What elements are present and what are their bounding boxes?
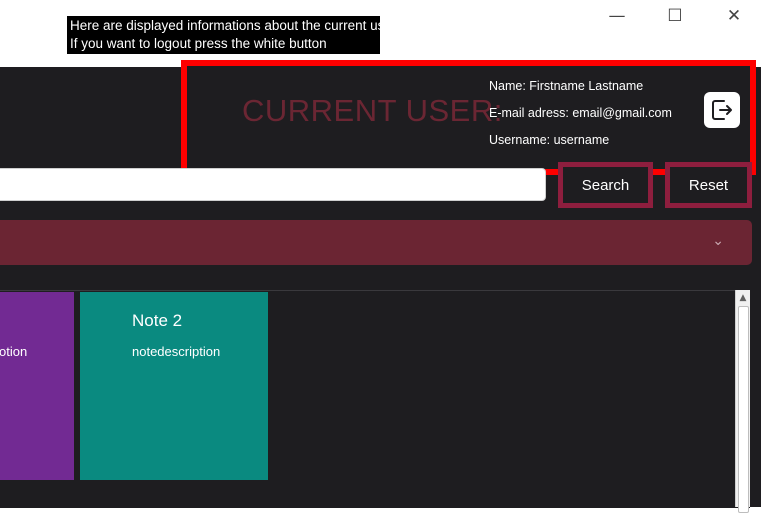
tooltip-line-1: Here are displayed informations about th…: [70, 18, 397, 33]
reset-button-label: Reset: [688, 176, 729, 194]
user-name: Name: Firstname Lastname: [489, 79, 644, 93]
user-email: E-mail adress: email@gmail.com: [489, 106, 672, 120]
maximize-button[interactable]: ☐: [660, 4, 690, 28]
minimize-icon: —: [608, 6, 626, 26]
current-user-title: CURRENT USER:: [242, 93, 503, 128]
scroll-thumb[interactable]: [738, 306, 749, 513]
window-titlebar: Here are displayed informations about th…: [0, 0, 761, 67]
search-input[interactable]: [0, 168, 546, 201]
notes-list: otion Note 2 notedescription: [0, 290, 750, 508]
maximize-icon: ☐: [667, 6, 683, 26]
scroll-up-icon[interactable]: ▲: [736, 291, 750, 305]
note-card[interactable]: Note 2 notedescription: [80, 292, 268, 480]
note-description: notedescription: [132, 344, 221, 359]
logout-button[interactable]: [704, 92, 740, 128]
note-description: otion: [0, 344, 28, 359]
search-button[interactable]: Search: [558, 162, 653, 208]
tooltip-line-2: If you want to logout press the white bu…: [70, 36, 327, 51]
close-button[interactable]: ✕: [719, 4, 749, 28]
note-card[interactable]: otion: [0, 292, 74, 480]
search-button-label: Search: [581, 176, 630, 194]
note-title: Note 2: [132, 311, 183, 330]
close-icon: ✕: [726, 6, 742, 26]
help-tooltip: Here are displayed informations about th…: [67, 16, 397, 54]
reset-button[interactable]: Reset: [665, 162, 752, 208]
chevron-down-icon: ⌄: [712, 233, 724, 249]
user-username: Username: username: [489, 133, 610, 147]
logout-icon: [712, 100, 732, 120]
notes-scrollbar[interactable]: ▲: [735, 290, 750, 513]
category-dropdown[interactable]: ⌄: [0, 220, 752, 265]
minimize-button[interactable]: —: [602, 4, 632, 28]
